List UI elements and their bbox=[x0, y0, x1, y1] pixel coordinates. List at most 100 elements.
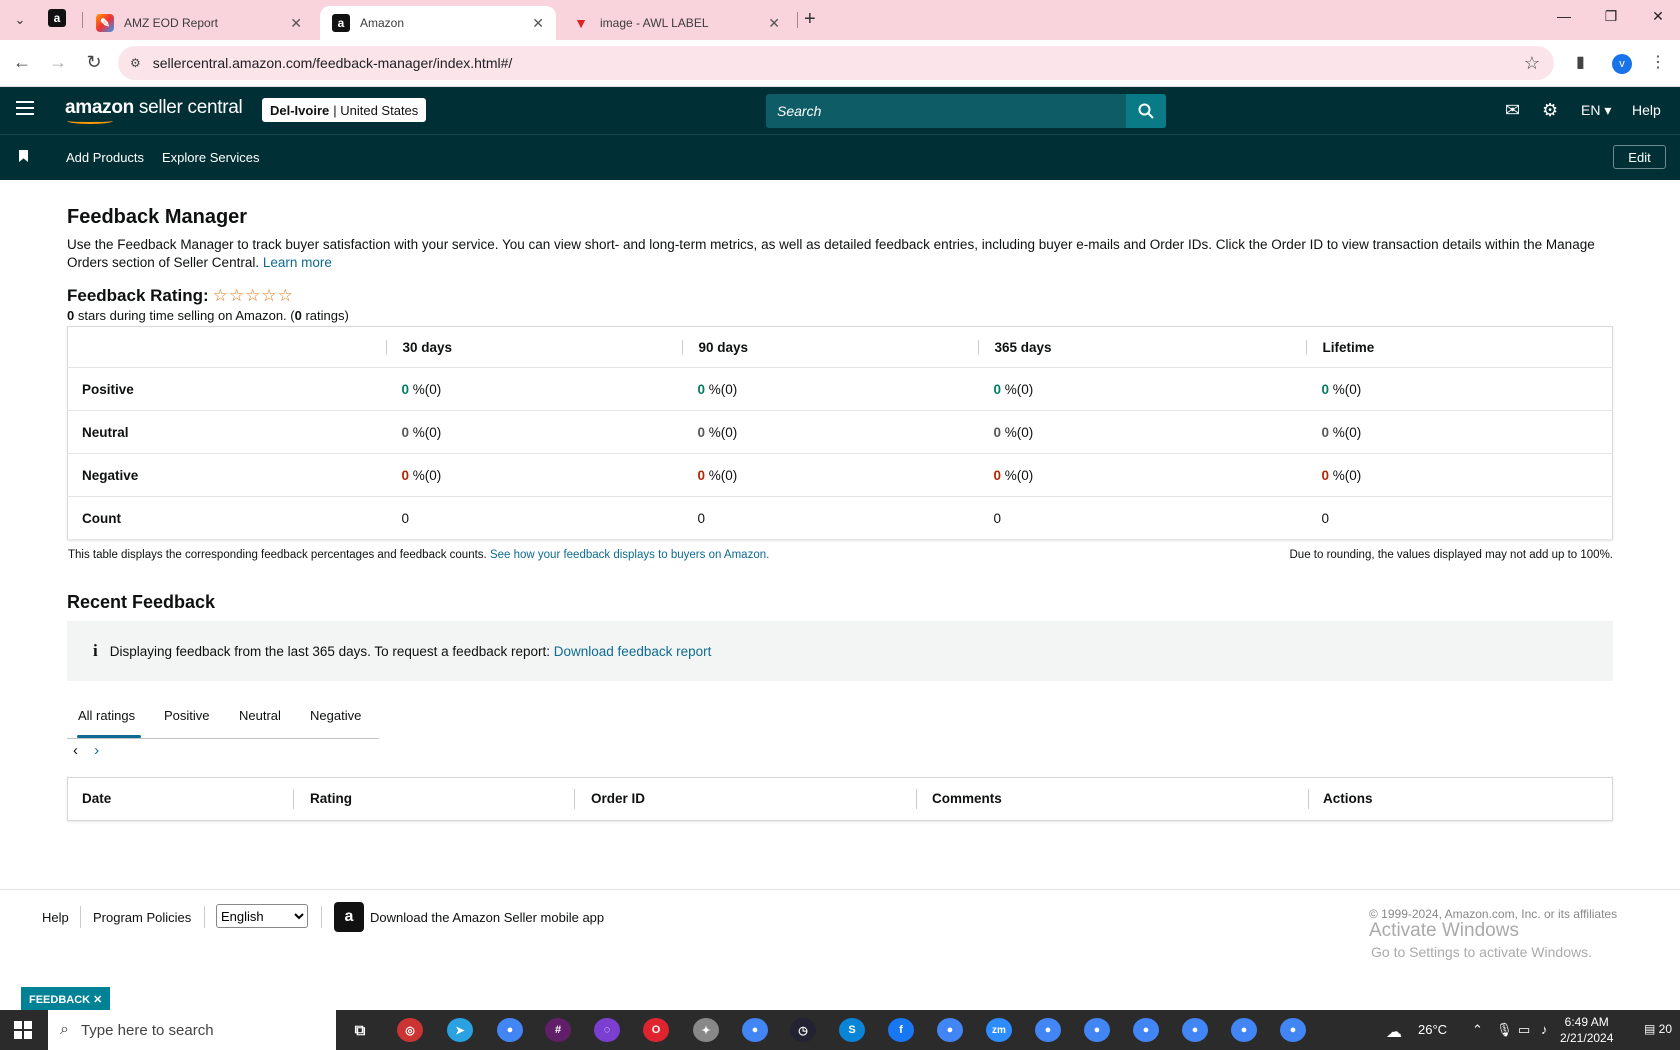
download-app-link[interactable]: Download the Amazon Seller mobile app bbox=[370, 910, 604, 925]
chrome-icon[interactable]: ● bbox=[1280, 1018, 1306, 1042]
bookmark-icon[interactable] bbox=[19, 150, 28, 162]
skype-icon[interactable]: S bbox=[839, 1018, 865, 1042]
footer-language-select[interactable]: English bbox=[216, 904, 308, 928]
chevron-up-icon[interactable]: ⌃ bbox=[1472, 1022, 1483, 1038]
chevron-left-icon[interactable]: ‹ bbox=[73, 742, 78, 759]
chrome-icon[interactable]: ● bbox=[1182, 1018, 1208, 1042]
close-tab-icon[interactable]: ✕ bbox=[768, 15, 780, 32]
chrome-icon[interactable]: ● bbox=[1035, 1018, 1061, 1042]
tab-separator bbox=[82, 12, 83, 28]
program-policies-link[interactable]: Program Policies bbox=[93, 910, 191, 925]
gear-icon[interactable]: ⚙ bbox=[1542, 100, 1558, 121]
profile-avatar[interactable]: v bbox=[1612, 54, 1632, 74]
chrome-icon[interactable]: ● bbox=[1084, 1018, 1110, 1042]
taskbar-search-placeholder: Type here to search bbox=[80, 1021, 214, 1039]
column-order-id[interactable]: Order ID bbox=[591, 791, 645, 806]
metric-value: 0 bbox=[401, 510, 410, 526]
feedback-widget-button[interactable]: FEEDBACK ✕ bbox=[21, 987, 111, 1011]
download-feedback-report-link[interactable]: Download feedback report bbox=[554, 644, 712, 659]
side-panel-icon[interactable]: ▮ bbox=[1576, 52, 1585, 72]
app-icon[interactable]: ✦ bbox=[693, 1018, 719, 1042]
site-info-icon[interactable]: ⚙ bbox=[130, 56, 141, 70]
messenger-icon[interactable]: ◌ bbox=[594, 1018, 620, 1042]
column-comments[interactable]: Comments bbox=[932, 791, 1002, 806]
tab-neutral[interactable]: Neutral bbox=[239, 708, 281, 723]
notification-center-icon[interactable]: ▤ 20 bbox=[1644, 1022, 1672, 1036]
chrome-icon[interactable]: ● bbox=[1231, 1018, 1257, 1042]
see-feedback-display-link[interactable]: See how your feedback displays to buyers… bbox=[490, 549, 769, 561]
forward-arrow-icon[interactable]: → bbox=[46, 52, 70, 73]
tab-negative[interactable]: Negative bbox=[310, 708, 361, 723]
column-header: 365 days bbox=[977, 339, 1306, 355]
search-button[interactable] bbox=[1126, 94, 1166, 128]
weather-temp[interactable]: 26°C bbox=[1418, 1022, 1447, 1037]
tab-amazon[interactable]: a Amazon ✕ bbox=[320, 6, 556, 40]
new-tab-plus-icon[interactable]: + bbox=[804, 8, 816, 31]
volume-icon[interactable]: ♪ bbox=[1541, 1022, 1548, 1037]
slack-icon[interactable]: # bbox=[545, 1018, 571, 1042]
column-actions[interactable]: Actions bbox=[1323, 791, 1373, 806]
footer-help-link[interactable]: Help bbox=[42, 910, 69, 925]
caret-down-icon: ▾ bbox=[1604, 102, 1612, 118]
store-name: Del-Ivoire bbox=[270, 102, 330, 118]
task-view-icon[interactable]: ⧉ bbox=[347, 1018, 373, 1042]
edit-button[interactable]: Edit bbox=[1613, 145, 1666, 169]
taskbar-search[interactable]: ⌕ Type here to search bbox=[48, 1010, 336, 1050]
rating-title: Feedback Rating: bbox=[67, 286, 209, 305]
weather-icon[interactable]: ☁ bbox=[1386, 1022, 1402, 1042]
opera-icon[interactable]: O bbox=[643, 1018, 669, 1042]
network-icon[interactable]: ▭ bbox=[1518, 1022, 1530, 1038]
back-arrow-icon[interactable]: ← bbox=[10, 52, 34, 73]
metric-value: 0 bbox=[401, 467, 410, 483]
clock-app-icon[interactable]: ◷ bbox=[790, 1018, 816, 1042]
close-tab-icon[interactable]: ✕ bbox=[532, 15, 544, 32]
footer-divider bbox=[321, 906, 322, 928]
footer-divider bbox=[80, 906, 81, 928]
telegram-icon[interactable]: ➤ bbox=[447, 1018, 473, 1042]
tab-amz-eod-report[interactable]: ✎ AMZ EOD Report ✕ bbox=[84, 6, 314, 40]
microphone-icon[interactable]: 🎙 bbox=[1496, 1022, 1513, 1038]
metric-value: 0 bbox=[697, 381, 706, 397]
windows-start-icon[interactable] bbox=[14, 1021, 32, 1039]
system-clock[interactable]: 6:49 AM 2/21/2024 bbox=[1560, 1014, 1613, 1046]
address-bar[interactable]: ⚙ sellercentral.amazon.com/feedback-mana… bbox=[118, 46, 1554, 80]
account-switcher[interactable]: Del-Ivoire | United States bbox=[262, 98, 427, 122]
close-tab-icon[interactable]: ✕ bbox=[290, 15, 302, 32]
pinned-tab-amazon[interactable]: a bbox=[48, 9, 70, 31]
page-intro: Use the Feedback Manager to track buyer … bbox=[67, 236, 1607, 272]
column-date[interactable]: Date bbox=[82, 791, 111, 806]
chrome-icon[interactable]: ● bbox=[497, 1018, 523, 1042]
chrome-icon[interactable]: ● bbox=[937, 1018, 963, 1042]
nav-explore-services[interactable]: Explore Services bbox=[162, 150, 260, 165]
restore-icon[interactable]: ❐ bbox=[1596, 8, 1626, 25]
tab-awl-label[interactable]: ▼ image - AWL LABEL ✕ bbox=[560, 6, 792, 40]
chrome-icon[interactable]: ● bbox=[742, 1018, 768, 1042]
learn-more-link[interactable]: Learn more bbox=[263, 255, 332, 270]
help-link[interactable]: Help bbox=[1632, 102, 1661, 118]
bookmark-star-icon[interactable]: ☆ bbox=[1524, 53, 1540, 74]
column-rating[interactable]: Rating bbox=[310, 791, 352, 806]
seller-app-icon[interactable]: a bbox=[334, 902, 364, 932]
facebook-icon[interactable]: f bbox=[888, 1018, 914, 1042]
app-icon[interactable]: ◎ bbox=[397, 1018, 423, 1042]
nav-add-products[interactable]: Add Products bbox=[66, 150, 144, 165]
hamburger-menu-icon[interactable] bbox=[16, 101, 34, 119]
tab-positive[interactable]: Positive bbox=[164, 708, 210, 723]
language-selector[interactable]: EN ▾ bbox=[1581, 102, 1611, 119]
report-icon: ✎ bbox=[96, 14, 114, 32]
tab-all-ratings[interactable]: All ratings bbox=[78, 708, 135, 723]
search-input[interactable] bbox=[766, 94, 1126, 128]
close-window-icon[interactable]: ✕ bbox=[1643, 8, 1673, 25]
chevron-right-icon[interactable]: › bbox=[94, 742, 99, 759]
zoom-icon[interactable]: zm bbox=[986, 1018, 1012, 1042]
info-icon: i bbox=[93, 641, 98, 660]
minimize-icon[interactable]: — bbox=[1549, 8, 1579, 24]
chrome-menu-icon[interactable]: ⋮ bbox=[1650, 52, 1666, 72]
reload-icon[interactable]: ↻ bbox=[82, 52, 106, 73]
chrome-icon[interactable]: ● bbox=[1133, 1018, 1159, 1042]
tab-search-chevron-icon[interactable]: ⌄ bbox=[8, 8, 32, 32]
clock-time: 6:49 AM bbox=[1564, 1015, 1609, 1029]
table-row: Negative 0 %(0) 0 %(0) 0 %(0) 0 %(0) bbox=[67, 453, 1613, 497]
mail-icon[interactable]: ✉ bbox=[1505, 100, 1520, 121]
seller-central-logo[interactable]: amazon seller central bbox=[65, 97, 243, 124]
